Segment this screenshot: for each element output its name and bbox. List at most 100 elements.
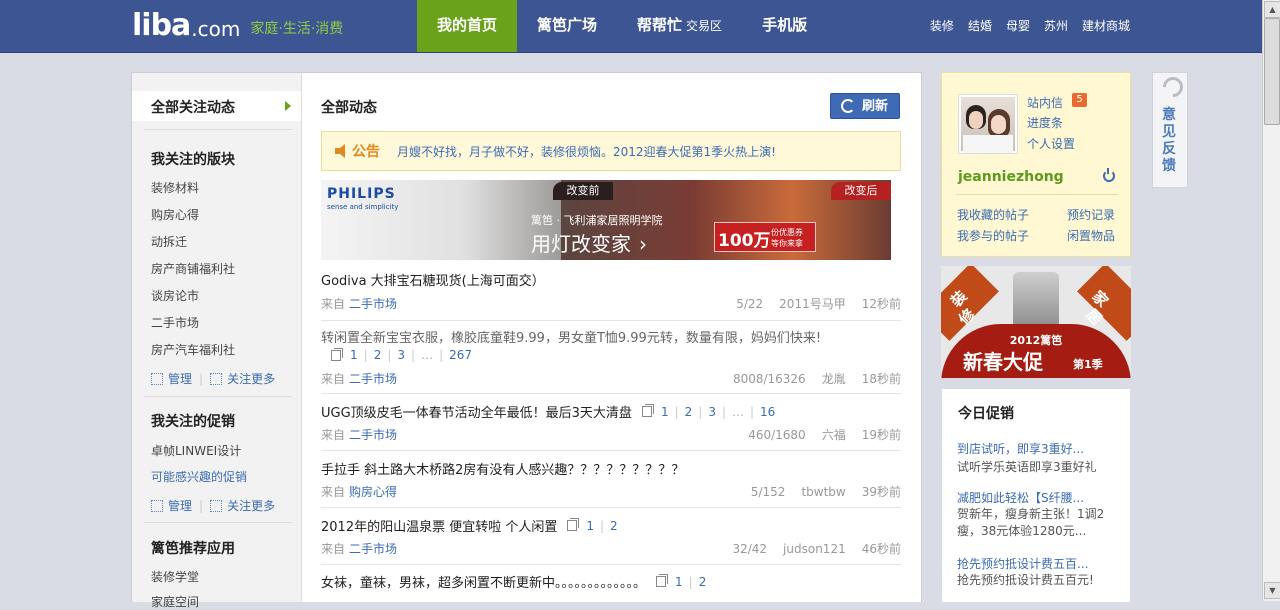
- sidebar-all-follow[interactable]: 全部关注动态: [132, 91, 301, 121]
- post-time: 39秒前: [861, 485, 901, 499]
- page-link[interactable]: 267: [449, 348, 472, 362]
- nav-mobile[interactable]: 手机版: [742, 0, 827, 52]
- sidebar-app-item[interactable]: 装修学堂: [151, 568, 199, 585]
- toplink-mall[interactable]: 建材商城: [1082, 0, 1130, 52]
- toplink-baby[interactable]: 母婴: [1006, 0, 1030, 52]
- sidebar-board-item[interactable]: 谈房论市: [151, 287, 199, 304]
- follow-more-link[interactable]: 关注更多: [227, 497, 275, 514]
- post-title[interactable]: 转闲置全新宝宝衣服，橡胶底童鞋9.99，男女童T恤9.99元转，数量有限，妈妈们…: [321, 327, 821, 346]
- coupon-line2: 等你来拿: [771, 239, 803, 248]
- scroll-up-arrow-icon[interactable]: ▲: [1264, 1, 1280, 18]
- page-link[interactable]: 1: [586, 519, 594, 533]
- sidebar-board-item[interactable]: 二手市场: [151, 314, 199, 331]
- liba-logo[interactable]: liba .com 家庭·生活·消费: [132, 11, 343, 41]
- refresh-label: 刷新: [861, 99, 888, 114]
- sidebar-board-item[interactable]: 购房心得: [151, 206, 199, 223]
- refresh-button[interactable]: 刷新: [830, 93, 900, 119]
- sidebar-board-item[interactable]: 房产汽车福利社: [151, 341, 235, 358]
- settings-link[interactable]: 个人设置: [1027, 135, 1075, 152]
- my-posts-link[interactable]: 我参与的帖子: [957, 227, 1029, 244]
- follow-more-link[interactable]: 关注更多: [227, 370, 275, 387]
- follow-more-icon: [210, 372, 223, 385]
- manage-icon: [151, 499, 163, 512]
- avatar[interactable]: [958, 94, 1018, 154]
- promo-item-title[interactable]: 减肥如此轻松【S纤腰...: [957, 489, 1084, 506]
- post-author[interactable]: tbwtbw: [801, 485, 845, 499]
- faucet-product-image: [1013, 272, 1059, 328]
- manage-icon: [151, 372, 163, 385]
- post-title[interactable]: 女袜，童袜，男袜，超多闲置不断更新中。。。。。。。。。。。。。 1 | 2: [321, 572, 712, 591]
- post-title[interactable]: 手拉手 斜土路大木桥路2房有没有人感兴趣？？？？？？？？？: [321, 459, 684, 478]
- separator: |: [600, 518, 605, 533]
- post-replies: 32/42: [732, 542, 768, 556]
- vertical-scrollbar[interactable]: ▲ ▼: [1262, 0, 1280, 601]
- post-source-link[interactable]: 二手市场: [349, 297, 397, 311]
- post-title-text: UGG顶级皮毛一体春节活动全年最低！最后3天大清盘: [321, 406, 632, 421]
- page-link[interactable]: 16: [760, 405, 775, 419]
- post-author[interactable]: 2011号马甲: [779, 297, 846, 311]
- sidebar-app-item[interactable]: 家庭空间: [151, 593, 199, 610]
- nav-my-home[interactable]: 我的首页: [417, 0, 518, 52]
- pages-icon: [567, 518, 580, 531]
- page-link[interactable]: 3: [708, 405, 716, 419]
- page-link[interactable]: 2: [610, 519, 618, 533]
- arrow-right-icon: [285, 101, 291, 111]
- post-title-text: 女袜，童袜，男袜，超多闲置不断更新中。。。。。。。。。。。。。: [321, 576, 647, 591]
- post-title[interactable]: 2012年的阳山温泉票 便宜转啦 个人闲置 1 | 2: [321, 516, 624, 535]
- inbox-link[interactable]: 站内信: [1027, 94, 1063, 111]
- sidebar-board-item[interactable]: 房产商铺福利社: [151, 260, 235, 277]
- post-author[interactable]: 龙胤: [822, 372, 846, 386]
- idle-items-link[interactable]: 闲置物品: [1067, 227, 1115, 244]
- spring-sale-promo-banner[interactable]: 装 修 家 居 2012篱笆 新春大促 第1季: [941, 266, 1131, 378]
- separator: |: [411, 348, 416, 362]
- wrench-icon: [1158, 72, 1188, 102]
- separator: |: [698, 404, 703, 419]
- promo-item-title[interactable]: 抢先预约抵设计费五百...: [957, 555, 1088, 572]
- toplink-wedding[interactable]: 结婚: [968, 0, 992, 52]
- promo-item-title[interactable]: 到店试听，即享3重好...: [957, 440, 1084, 457]
- page-link[interactable]: 1: [675, 575, 683, 589]
- feedback-tab[interactable]: 意见反馈: [1152, 72, 1188, 188]
- page-link[interactable]: 2: [685, 405, 693, 419]
- post-title[interactable]: Godiva 大排宝石糖现货(上海可面交）: [321, 270, 545, 289]
- page-link[interactable]: 1: [661, 405, 669, 419]
- post-author[interactable]: judson121: [783, 542, 846, 556]
- post-meta: 来自 二手市场: [321, 540, 397, 557]
- philips-banner-ad[interactable]: PHILIPS sense and simplicity 改变前 改变后 篱笆 …: [321, 180, 891, 260]
- sidebar-board-item[interactable]: 装修材料: [151, 179, 199, 196]
- post-source-link[interactable]: 二手市场: [349, 542, 397, 556]
- nav-help[interactable]: 帮帮忙 交易区: [617, 0, 742, 52]
- progress-link[interactable]: 进度条: [1027, 114, 1063, 131]
- notice-link[interactable]: 月嫂不好找，月子做不好，装修很烦恼。2012迎春大促第1季火热上演!: [397, 143, 776, 160]
- toplink-suzhou[interactable]: 苏州: [1044, 0, 1068, 52]
- post-title[interactable]: UGG顶级皮毛一体春节活动全年最低！最后3天大清盘 1 | 2 | 3 | … | 16: [321, 402, 781, 421]
- appointments-link[interactable]: 预约记录: [1067, 206, 1115, 223]
- username[interactable]: jeanniezhong: [958, 169, 1064, 185]
- logout-power-icon[interactable]: [1103, 168, 1115, 182]
- sidebar-board-item[interactable]: 动拆迁: [151, 233, 187, 250]
- page-link[interactable]: 2: [374, 348, 382, 362]
- sidebar-promo-item[interactable]: 卓帧LINWEI设计: [151, 442, 241, 459]
- page-link[interactable]: 3: [397, 348, 405, 362]
- separator: |: [199, 498, 204, 513]
- feed-post: 转闲置全新宝宝衣服，橡胶底童鞋9.99，男女童T恤9.99元转，数量有限，妈妈们…: [321, 327, 901, 394]
- post-source-link[interactable]: 二手市场: [349, 428, 397, 442]
- manage-link[interactable]: 管理: [168, 370, 192, 387]
- nav-liba-square[interactable]: 篱笆广场: [517, 0, 617, 52]
- page-ellipsis: …: [732, 404, 744, 419]
- nav-label: 手机版: [762, 16, 808, 34]
- post-source-link[interactable]: 二手市场: [349, 372, 397, 386]
- toplink-decor[interactable]: 装修: [930, 0, 954, 52]
- scroll-down-arrow-icon[interactable]: ▼: [1264, 582, 1280, 599]
- sidebar-promo-suggest[interactable]: 可能感兴趣的促销: [151, 468, 247, 485]
- scroll-thumb[interactable]: [1264, 18, 1280, 125]
- page-link[interactable]: 1: [350, 348, 358, 362]
- manage-link[interactable]: 管理: [168, 497, 192, 514]
- top-nav-bar: liba .com 家庭·生活·消费 我的首页 篱笆广场 帮帮忙 交易区 手机版 …: [0, 0, 1280, 53]
- post-author[interactable]: 六福: [822, 428, 846, 442]
- page-link[interactable]: 2: [699, 575, 707, 589]
- favorites-link[interactable]: 我收藏的帖子: [957, 206, 1029, 223]
- post-source-link[interactable]: 购房心得: [349, 485, 397, 499]
- promos-manage-row: 管理 | 关注更多: [151, 497, 275, 514]
- banner-subtitle: 篱笆 · 飞利浦家居照明学院: [531, 214, 663, 227]
